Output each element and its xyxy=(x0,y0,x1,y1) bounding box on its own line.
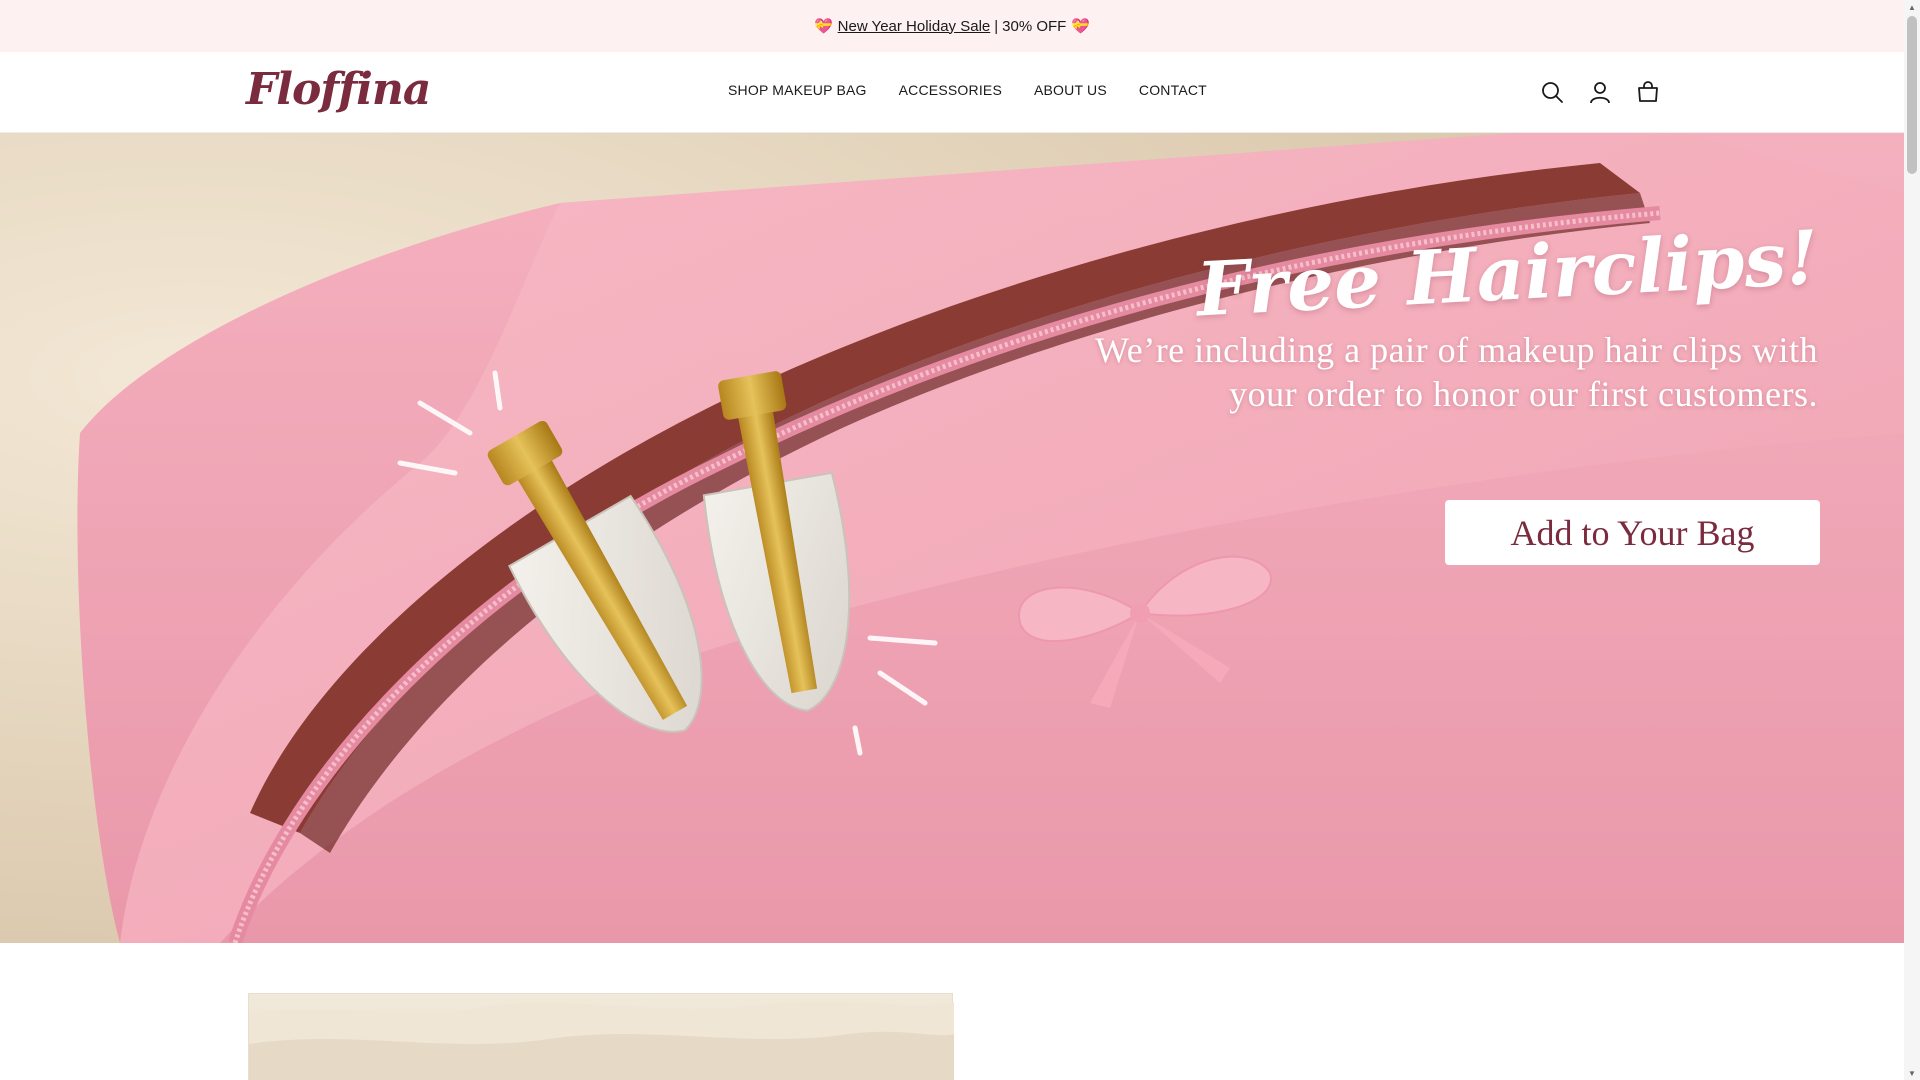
nav-contact[interactable]: CONTACT xyxy=(1139,82,1207,98)
hero-banner: Free Hairclips! We’re including a pair o… xyxy=(0,133,1904,943)
announcement-bar: 💝 New Year Holiday Sale | 30% OFF 💝 xyxy=(0,0,1904,52)
add-to-bag-button[interactable]: Add to Your Bag xyxy=(1445,500,1820,565)
logo[interactable]: Floffina xyxy=(246,64,431,115)
scrollbar[interactable]: ▲ ▼ xyxy=(1904,0,1920,1080)
nav-about-us[interactable]: ABOUT US xyxy=(1034,82,1107,98)
account-icon[interactable] xyxy=(1588,80,1612,104)
nav-shop-makeup-bag[interactable]: SHOP MAKEUP BAG xyxy=(728,82,867,98)
site-header: Floffina SHOP MAKEUP BAG ACCESSORIES ABO… xyxy=(0,52,1904,133)
heart-icon: 💝 xyxy=(1071,18,1091,35)
header-icons xyxy=(1540,80,1660,104)
announcement-discount: 30% OFF xyxy=(1002,17,1067,35)
hero-subtitle: We’re including a pair of makeup hair cl… xyxy=(1095,330,1818,414)
main-nav: SHOP MAKEUP BAG ACCESSORIES ABOUT US CON… xyxy=(728,82,1207,98)
search-icon[interactable] xyxy=(1540,80,1564,104)
sale-link[interactable]: New Year Holiday Sale xyxy=(838,18,991,35)
fur-texture-image xyxy=(249,1000,954,1080)
announcement-separator: | xyxy=(994,17,999,35)
feature-image xyxy=(248,993,954,1080)
scroll-up-arrow-icon[interactable]: ▲ xyxy=(1904,0,1920,14)
nav-accessories[interactable]: ACCESSORIES xyxy=(899,82,1002,98)
heart-icon: 💝 xyxy=(813,18,833,35)
scroll-thumb[interactable] xyxy=(1907,16,1917,174)
cart-icon[interactable] xyxy=(1636,80,1660,104)
scroll-down-arrow-icon[interactable]: ▼ xyxy=(1904,1066,1920,1080)
